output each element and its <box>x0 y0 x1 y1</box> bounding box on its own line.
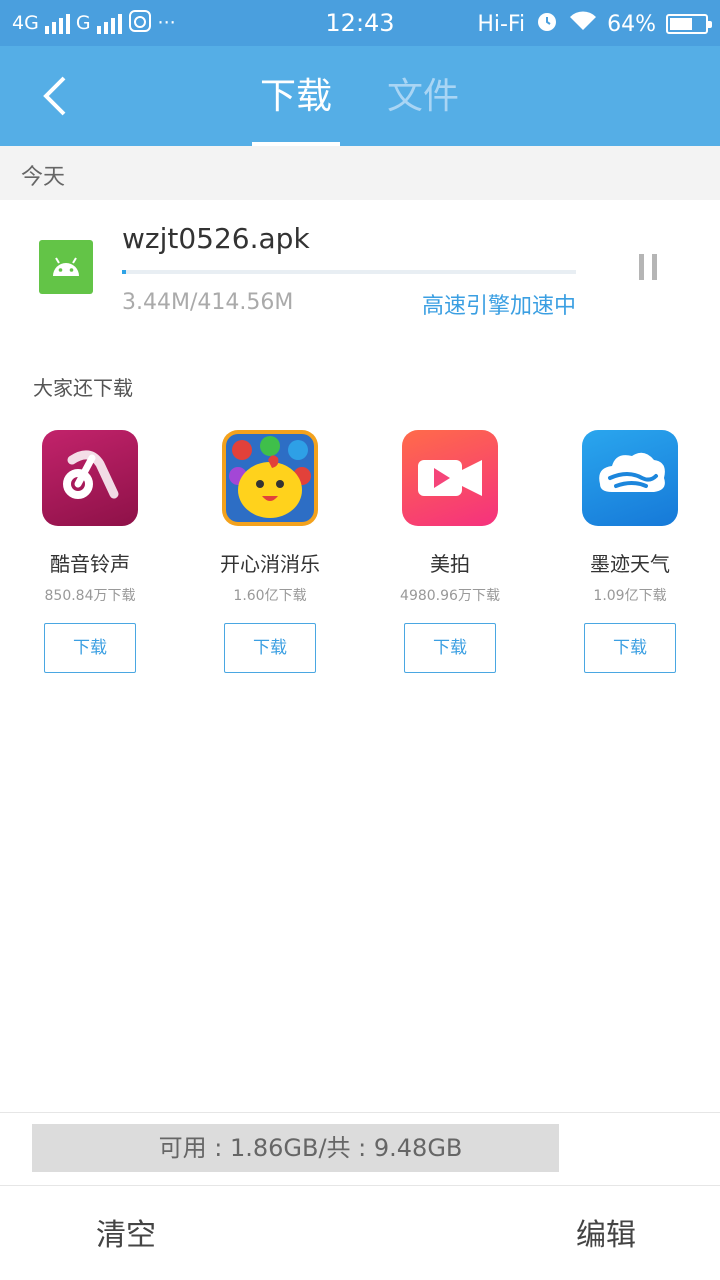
recommendation-item: 开心消消乐 1.60亿下载 下载 <box>180 430 360 680</box>
weather-cloud-icon[interactable] <box>582 430 678 526</box>
hifi-label: Hi-Fi <box>477 11 526 37</box>
app-name: 开心消消乐 <box>220 552 320 576</box>
tab-download[interactable]: 下载 <box>260 72 332 122</box>
storage-text: 可用 : 1.86GB/共 : 9.48GB <box>158 1134 463 1162</box>
pause-button[interactable] <box>632 252 664 284</box>
status-bar: 4G G ··· 12:43 Hi-Fi 64% <box>0 0 720 46</box>
app-download-button[interactable]: 下载 <box>584 623 676 673</box>
section-today-label: 今天 <box>21 165 66 190</box>
download-file-name: wzjt0526.apk <box>122 222 310 255</box>
video-camera-icon[interactable] <box>402 430 498 526</box>
divider <box>0 1112 720 1113</box>
pause-icon-bar <box>652 254 657 280</box>
recommendation-item: 酷音铃声 850.84万下载 下载 <box>0 430 180 680</box>
download-size: 3.44M/414.56M <box>122 290 294 315</box>
battery-icon <box>666 14 712 34</box>
app-download-button[interactable]: 下载 <box>224 623 316 673</box>
android-icon <box>39 240 93 294</box>
tab-file[interactable]: 文件 <box>387 72 459 122</box>
divider <box>0 1185 720 1186</box>
header: 下载 文件 <box>0 46 720 146</box>
app-download-count: 4980.96万下载 <box>400 588 500 604</box>
alarm-icon <box>535 9 559 39</box>
ringtone-app-icon[interactable] <box>42 430 138 526</box>
app-download-count: 1.60亿下载 <box>233 588 307 604</box>
app-download-button[interactable]: 下载 <box>44 623 136 673</box>
app-name: 墨迹天气 <box>590 552 670 576</box>
app-download-count: 1.09亿下载 <box>593 588 667 604</box>
status-right: Hi-Fi 64% <box>477 9 712 39</box>
download-progress-bar <box>122 270 576 274</box>
edit-button[interactable]: 编辑 <box>576 1210 636 1254</box>
back-button[interactable] <box>38 74 78 118</box>
app-name: 酷音铃声 <box>50 552 130 576</box>
app-name: 美拍 <box>430 552 470 576</box>
section-header-today: 今天 <box>0 146 720 200</box>
download-item[interactable]: wzjt0526.apk 3.44M/414.56M 高速引擎加速中 <box>0 200 720 340</box>
download-status: 高速引擎加速中 <box>421 294 576 319</box>
battery-percent: 64% <box>607 11 656 37</box>
recommendation-item: 墨迹天气 1.09亿下载 下载 <box>540 430 720 680</box>
recommendations-title: 大家还下载 <box>33 376 133 400</box>
recommendations-list: 酷音铃声 850.84万下载 下载 开心消消乐 1.60亿下载 下载 美拍 49… <box>0 430 720 680</box>
download-progress-fill <box>122 270 126 274</box>
app-download-button[interactable]: 下载 <box>404 623 496 673</box>
pause-icon-bar <box>639 254 644 280</box>
app-download-count: 850.84万下载 <box>44 588 136 604</box>
game-chick-icon[interactable] <box>222 430 318 526</box>
recommendation-item: 美拍 4980.96万下载 下载 <box>360 430 540 680</box>
wifi-icon <box>569 10 597 38</box>
clear-button[interactable]: 清空 <box>96 1210 156 1254</box>
chevron-left-icon <box>43 76 66 116</box>
battery-fill <box>670 18 692 30</box>
